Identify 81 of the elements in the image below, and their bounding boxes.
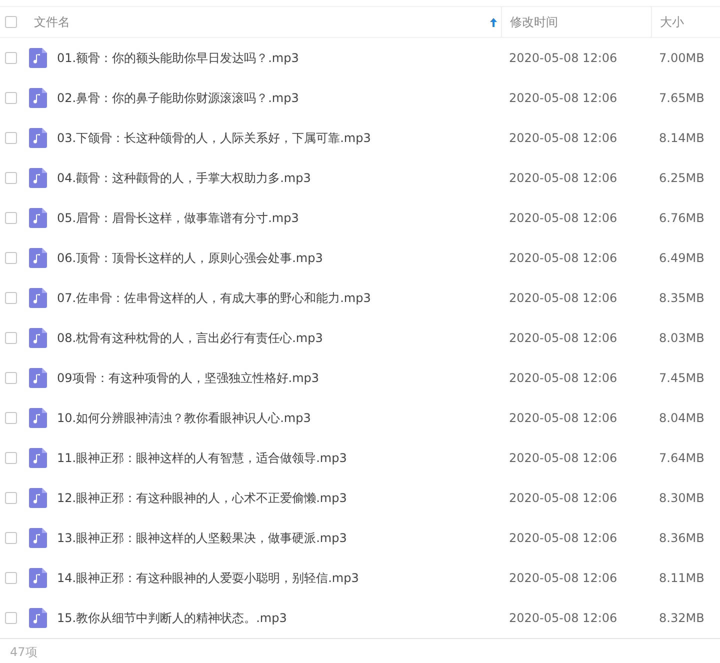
- checkbox[interactable]: [5, 572, 17, 584]
- file-size: 7.64MB: [658, 451, 706, 465]
- file-name[interactable]: 12.眼神正邪：有这种眼神的人，心术不正爱偷懒.mp3: [57, 490, 347, 506]
- checkbox[interactable]: [5, 332, 17, 344]
- file-size: 6.49MB: [658, 251, 706, 265]
- file-size: 8.11MB: [658, 571, 706, 585]
- music-file-icon: [29, 408, 47, 428]
- checkbox[interactable]: [5, 532, 17, 544]
- file-name[interactable]: 02.鼻骨：你的鼻子能助你财源滚滚吗？.mp3: [57, 90, 299, 106]
- music-file-icon: [29, 488, 47, 508]
- file-name[interactable]: 01.额骨：你的额头能助你早日发达吗？.mp3: [57, 50, 299, 66]
- checkbox[interactable]: [5, 212, 17, 224]
- modified-time: 2020-05-08 12:06: [508, 531, 618, 545]
- file-name[interactable]: 09项骨：有这种项骨的人，坚强独立性格好.mp3: [57, 370, 320, 386]
- checkbox[interactable]: [5, 372, 17, 384]
- checkbox[interactable]: [5, 452, 17, 464]
- file-name[interactable]: 03.下颌骨：长这种颌骨的人，人际关系好，下属可靠.mp3: [57, 130, 371, 146]
- modified-time: 2020-05-08 12:06: [508, 251, 618, 265]
- file-size: 6.76MB: [658, 211, 706, 225]
- music-file-icon: [29, 88, 47, 108]
- file-size: 8.04MB: [658, 411, 706, 425]
- checkbox[interactable]: [5, 492, 17, 504]
- music-file-icon: [29, 128, 47, 148]
- music-file-icon: [29, 168, 47, 188]
- file-name[interactable]: 08.枕骨有这种枕骨的人，言出必行有责任心.mp3: [57, 330, 323, 346]
- modified-time: 2020-05-08 12:06: [508, 331, 618, 345]
- file-size: 8.36MB: [658, 531, 706, 545]
- file-size: 7.65MB: [658, 91, 706, 105]
- music-file-icon: [29, 608, 47, 628]
- modified-time: 2020-05-08 12:06: [508, 491, 618, 505]
- checkbox[interactable]: [5, 52, 17, 64]
- modified-time: 2020-05-08 12:06: [508, 91, 618, 105]
- checkbox[interactable]: [5, 292, 17, 304]
- file-size: 8.35MB: [658, 291, 706, 305]
- file-name[interactable]: 13.眼神正邪：眼神这样的人坚毅果决，做事硬派.mp3: [57, 530, 347, 546]
- music-file-icon: [29, 368, 47, 388]
- file-size: 7.45MB: [658, 371, 706, 385]
- modified-time: 2020-05-08 12:06: [508, 51, 618, 65]
- file-size: 8.03MB: [658, 331, 706, 345]
- checkbox[interactable]: [5, 92, 17, 104]
- checkbox[interactable]: [5, 16, 17, 28]
- file-size: 8.14MB: [658, 131, 706, 145]
- file-size: 6.25MB: [658, 171, 706, 185]
- file-size: 8.30MB: [658, 491, 706, 505]
- checkbox[interactable]: [5, 412, 17, 424]
- column-header[interactable]: 文件名: [34, 14, 70, 28]
- modified-time: 2020-05-08 12:06: [508, 451, 618, 465]
- checkbox[interactable]: [5, 612, 17, 624]
- modified-time: 2020-05-08 12:06: [508, 371, 618, 385]
- modified-time: 2020-05-08 12:06: [508, 611, 618, 625]
- checkbox[interactable]: [5, 172, 17, 184]
- modified-time: 2020-05-08 12:06: [508, 131, 618, 145]
- file-size: 8.32MB: [658, 611, 706, 625]
- music-file-icon: [29, 288, 47, 308]
- file-name[interactable]: 14.眼神正邪：有这种眼神的人爱耍小聪明，别轻信.mp3: [57, 570, 359, 586]
- music-file-icon: [29, 448, 47, 468]
- modified-time: 2020-05-08 12:06: [508, 411, 618, 425]
- file-name[interactable]: 15.教你从细节中判断人的精神状态。.mp3: [57, 610, 287, 626]
- file-name[interactable]: 05.眉骨：眉骨长这样，做事靠谱有分寸.mp3: [57, 210, 299, 226]
- column-header[interactable]: 修改时间: [510, 14, 558, 28]
- modified-time: 2020-05-08 12:06: [508, 571, 618, 585]
- music-file-icon: [29, 48, 47, 68]
- column-header[interactable]: 大小: [660, 14, 684, 28]
- item-count: 47项: [10, 644, 38, 660]
- sort-arrow-icon[interactable]: [490, 18, 497, 26]
- file-name[interactable]: 06.顶骨：顶骨长这样的人，原则心强会处事.mp3: [57, 250, 323, 266]
- modified-time: 2020-05-08 12:06: [508, 291, 618, 305]
- music-file-icon: [29, 568, 47, 588]
- file-name[interactable]: 04.颧骨：这种颧骨的人，手掌大权助力多.mp3: [57, 170, 311, 186]
- music-file-icon: [29, 248, 47, 268]
- file-name[interactable]: 10.如何分辨眼神清浊？教你看眼神识人心.mp3: [57, 410, 311, 426]
- music-file-icon: [29, 328, 47, 348]
- modified-time: 2020-05-08 12:06: [508, 171, 618, 185]
- checkbox[interactable]: [5, 252, 17, 264]
- file-name[interactable]: 11.眼神正邪：眼神这样的人有智慧，适合做领导.mp3: [57, 450, 347, 466]
- music-file-icon: [29, 528, 47, 548]
- file-size: 7.00MB: [658, 51, 706, 65]
- checkbox[interactable]: [5, 132, 17, 144]
- file-name[interactable]: 07.佐串骨：佐串骨这样的人，有成大事的野心和能力.mp3: [57, 290, 371, 306]
- modified-time: 2020-05-08 12:06: [508, 211, 618, 225]
- music-file-icon: [29, 208, 47, 228]
